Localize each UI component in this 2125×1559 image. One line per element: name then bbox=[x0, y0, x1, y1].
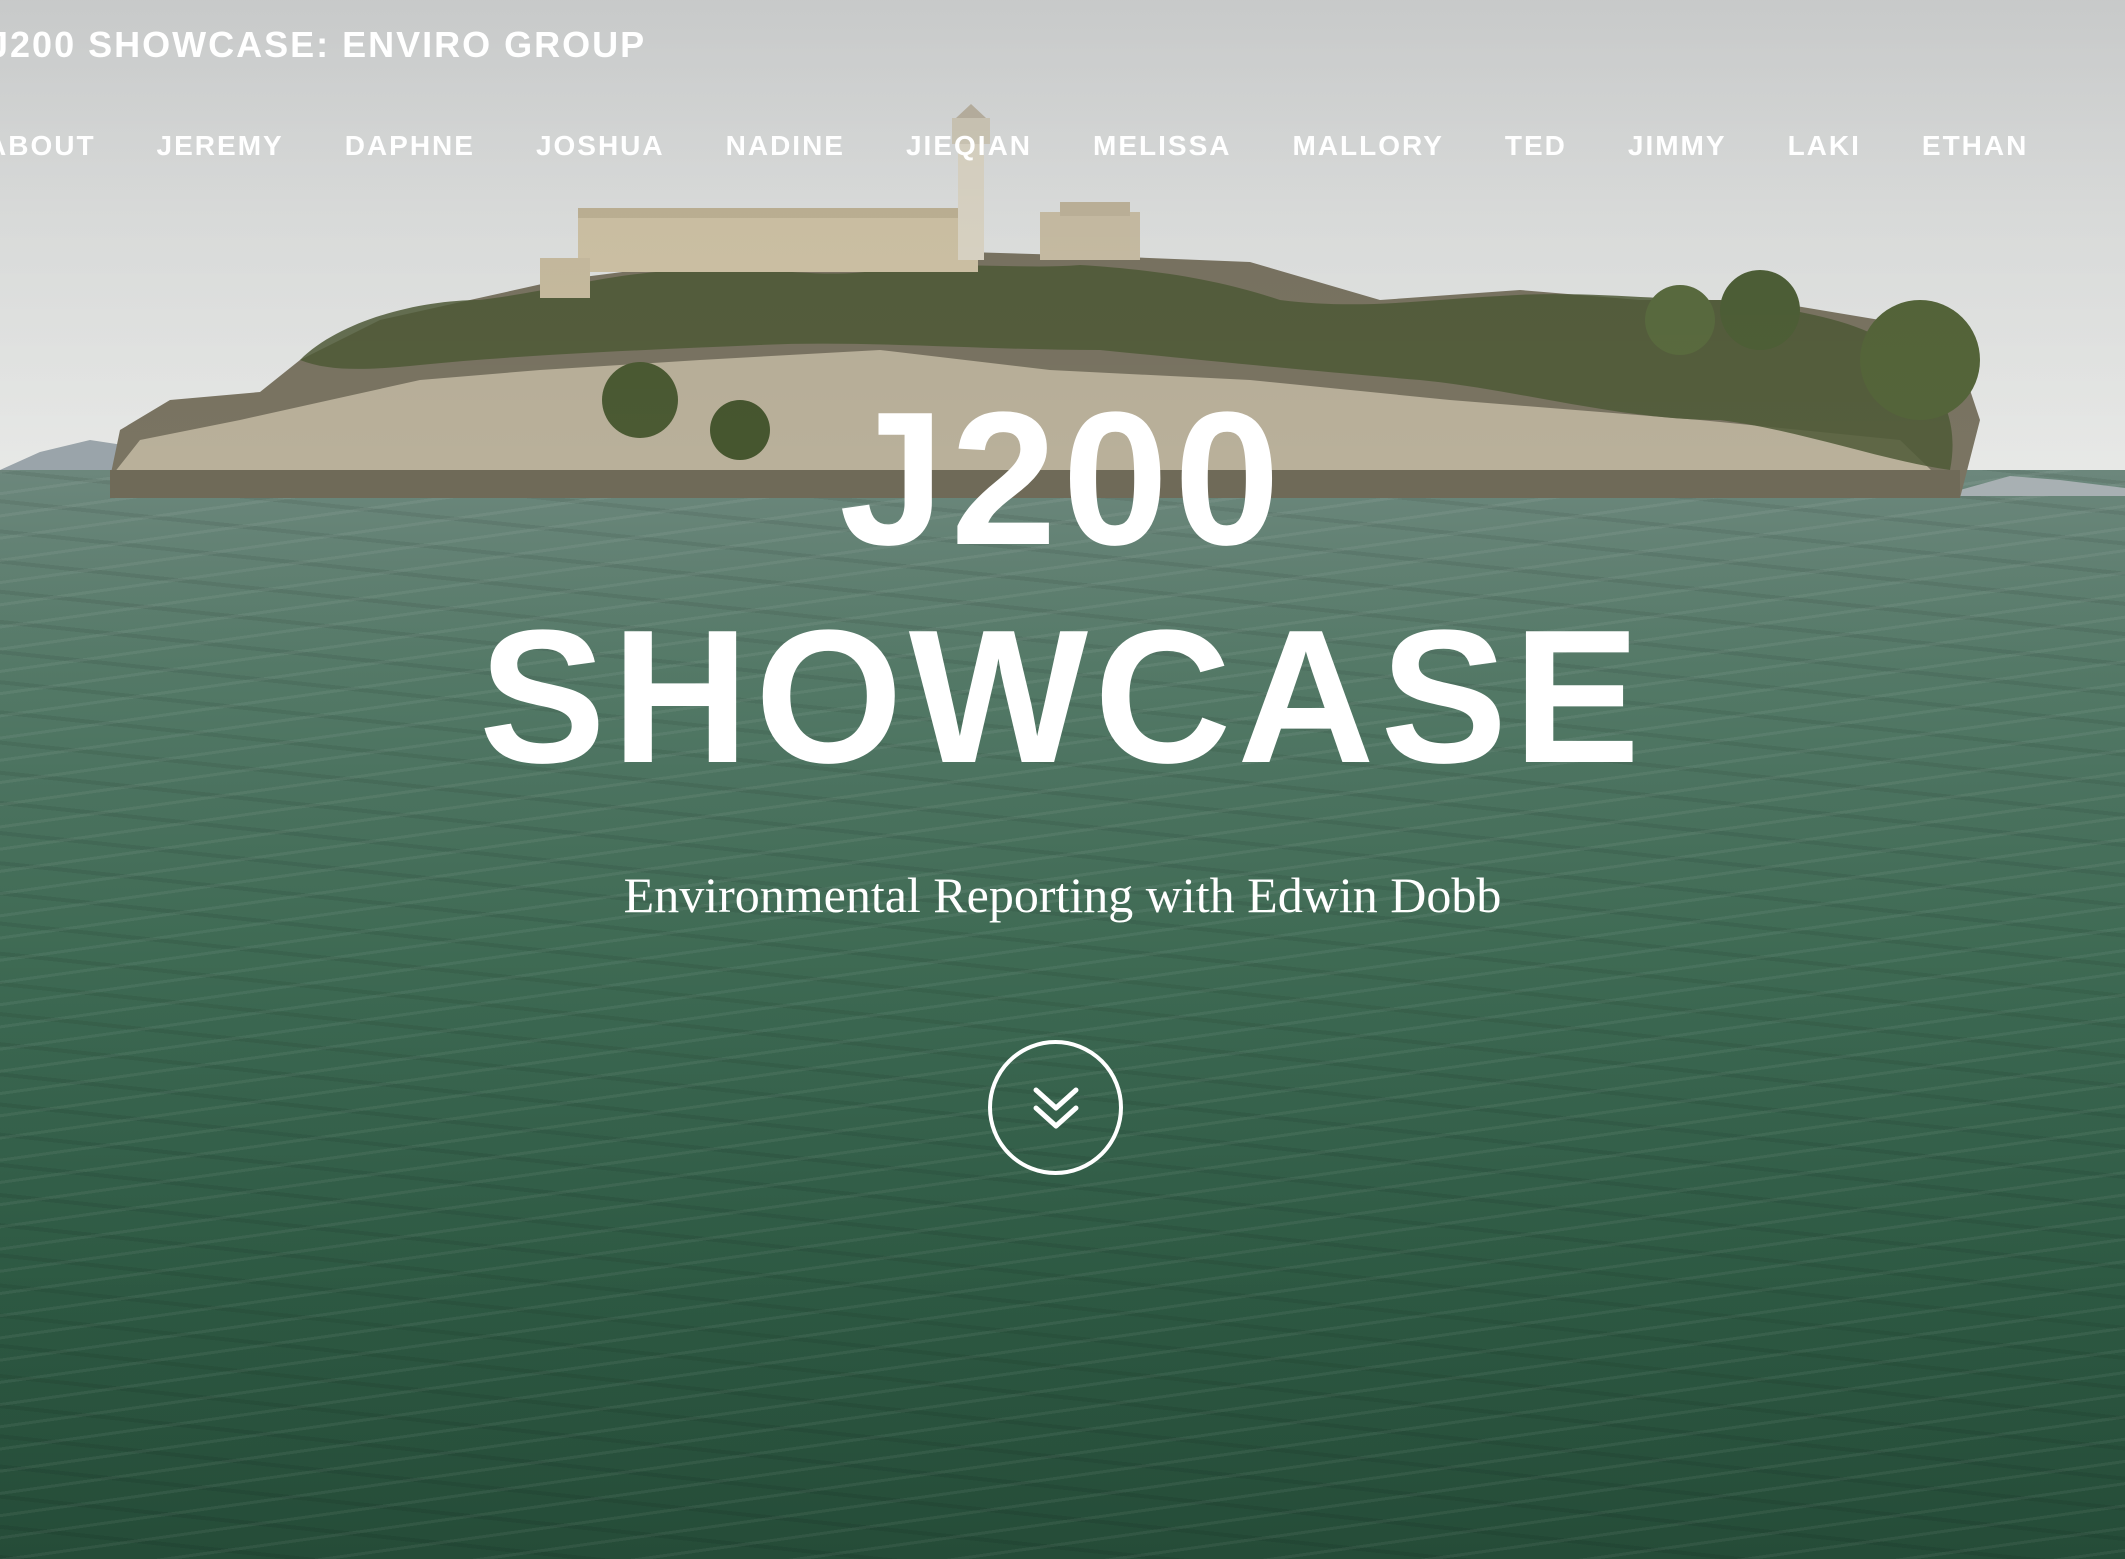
nav-item-jeremy[interactable]: JEREMY bbox=[157, 130, 284, 162]
nav-item-jieqian[interactable]: JIEQIAN bbox=[906, 130, 1032, 162]
scroll-down-button[interactable] bbox=[988, 1040, 1123, 1175]
nav-item-ted[interactable]: TED bbox=[1505, 130, 1567, 162]
nav-item-melissa[interactable]: MELISSA bbox=[1093, 130, 1231, 162]
nav-item-jimmy[interactable]: JIMMY bbox=[1628, 130, 1727, 162]
nav-item-daphne[interactable]: DAPHNE bbox=[345, 130, 475, 162]
chevron-double-down-icon bbox=[1033, 1087, 1078, 1128]
nav-item-mallory[interactable]: MALLORY bbox=[1292, 130, 1443, 162]
site-title[interactable]: J200 SHOWCASE: ENVIRO GROUP bbox=[0, 24, 646, 66]
nav-item-nadine[interactable]: NADINE bbox=[726, 130, 845, 162]
nav-item-joshua[interactable]: JOSHUA bbox=[536, 130, 665, 162]
main-nav: ABOUT JEREMY DAPHNE JOSHUA NADINE JIEQIA… bbox=[0, 130, 2089, 162]
hero-headline-line2: SHOWCASE bbox=[479, 591, 1646, 803]
nav-item-ethan[interactable]: ETHAN bbox=[1922, 130, 2028, 162]
nav-item-laki[interactable]: LAKI bbox=[1788, 130, 1861, 162]
hero-headline: J200 SHOWCASE bbox=[0, 370, 2125, 806]
nav-item-about[interactable]: ABOUT bbox=[0, 130, 96, 162]
hero-headline-line1: J200 bbox=[839, 373, 1286, 585]
hero-section: J200 SHOWCASE: ENVIRO GROUP ABOUT JEREMY… bbox=[0, 0, 2125, 1559]
hero-subtitle: Environmental Reporting with Edwin Dobb bbox=[623, 867, 1502, 923]
